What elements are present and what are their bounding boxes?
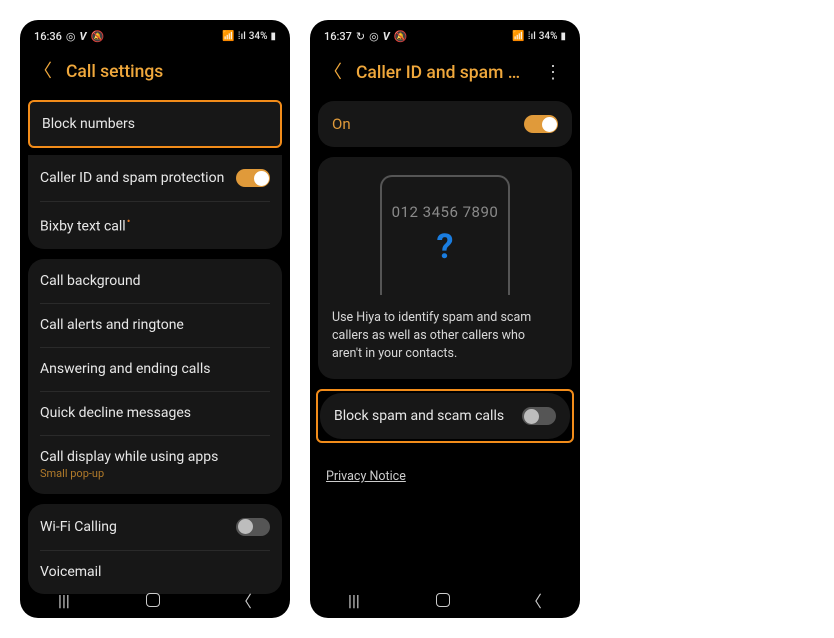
master-toggle-row[interactable]: On bbox=[318, 101, 572, 147]
home-icon[interactable] bbox=[436, 593, 450, 607]
page-title: Call settings bbox=[66, 62, 276, 82]
page-title: Caller ID and spam pro… bbox=[356, 63, 526, 83]
block-numbers-label: Block numbers bbox=[42, 116, 135, 132]
wifi-calling-row[interactable]: Wi-Fi Calling bbox=[28, 504, 282, 550]
bixby-row[interactable]: Bixby text call• bbox=[28, 201, 282, 249]
status-bar: 16:36 ◎ V 🔕 📶 ⁞ıl 34% ▮ bbox=[20, 20, 290, 48]
phone-preview-icon: 012 3456 7890 ? bbox=[380, 175, 510, 295]
battery-icon: ▮ bbox=[560, 31, 566, 42]
alerts-label: Call alerts and ringtone bbox=[40, 317, 184, 333]
on-label: On bbox=[332, 115, 351, 133]
block-spam-toggle[interactable] bbox=[522, 407, 556, 425]
phone-left: 16:36 ◎ V 🔕 📶 ⁞ıl 34% ▮ 〈 Call settings … bbox=[20, 20, 290, 618]
wifi-calling-toggle[interactable] bbox=[236, 518, 270, 536]
battery-text: 34% bbox=[249, 31, 268, 42]
display-apps-sublabel: Small pop-up bbox=[40, 467, 218, 480]
question-mark-icon: ? bbox=[437, 227, 454, 267]
phone-right: 16:37 ↻ ◎ V 🔕 📶 ⁞ıl 34% ▮ 〈 Caller ID an… bbox=[310, 20, 580, 618]
voicemail-label: Voicemail bbox=[40, 564, 101, 580]
block-spam-label: Block spam and scam calls bbox=[334, 408, 504, 424]
wifi-icon: 📶 bbox=[512, 31, 524, 42]
decline-label: Quick decline messages bbox=[40, 405, 191, 421]
caller-id-row[interactable]: Caller ID and spam protection bbox=[28, 155, 282, 201]
header: 〈 Call settings bbox=[20, 48, 290, 100]
dnd-icon: 🔕 bbox=[394, 30, 408, 43]
battery-icon: ▮ bbox=[270, 31, 276, 42]
caller-id-label: Caller ID and spam protection bbox=[40, 170, 224, 186]
alerts-row[interactable]: Call alerts and ringtone bbox=[28, 303, 282, 347]
settings-group-2: Call background Call alerts and ringtone… bbox=[28, 259, 282, 494]
home-icon[interactable] bbox=[146, 593, 160, 607]
block-numbers-row[interactable]: Block numbers bbox=[30, 102, 280, 146]
bixby-label: Bixby text call• bbox=[40, 215, 130, 235]
bixby-badge-icon: • bbox=[127, 215, 131, 228]
answer-label: Answering and ending calls bbox=[40, 361, 210, 377]
block-numbers-card: Block numbers bbox=[28, 100, 282, 148]
call-bg-label: Call background bbox=[40, 273, 141, 289]
recents-icon[interactable]: ||| bbox=[348, 591, 360, 610]
block-spam-row[interactable]: Block spam and scam calls bbox=[320, 393, 570, 439]
back-icon[interactable]: 〈 bbox=[34, 63, 52, 81]
settings-group-3: Wi-Fi Calling Voicemail bbox=[28, 504, 282, 594]
battery-text: 34% bbox=[539, 31, 558, 42]
back-icon[interactable]: 〈 bbox=[324, 64, 342, 82]
decline-row[interactable]: Quick decline messages bbox=[28, 391, 282, 435]
back-nav-icon[interactable]: 〈 bbox=[236, 588, 252, 612]
wifi-calling-label: Wi-Fi Calling bbox=[40, 519, 117, 535]
display-apps-row[interactable]: Call display while using apps Small pop-… bbox=[28, 435, 282, 494]
signal-icon: ⁞ıl bbox=[238, 31, 246, 42]
answer-row[interactable]: Answering and ending calls bbox=[28, 347, 282, 391]
caller-id-toggle[interactable] bbox=[236, 169, 270, 187]
status-bar: 16:37 ↻ ◎ V 🔕 📶 ⁞ıl 34% ▮ bbox=[310, 20, 580, 48]
preview-card: 012 3456 7890 ? Use Hiya to identify spa… bbox=[318, 157, 572, 379]
call-bg-row[interactable]: Call background bbox=[28, 259, 282, 303]
more-icon[interactable]: ⋮ bbox=[540, 62, 566, 83]
preview-description: Use Hiya to identify spam and scam calle… bbox=[332, 309, 558, 363]
block-spam-highlight: Block spam and scam calls bbox=[316, 389, 574, 443]
refresh-icon: ↻ bbox=[356, 30, 365, 43]
display-apps-label: Call display while using apps bbox=[40, 449, 218, 465]
back-nav-icon[interactable]: 〈 bbox=[526, 588, 542, 612]
v-icon: V bbox=[383, 30, 390, 43]
preview-number: 012 3456 7890 bbox=[392, 203, 499, 221]
wifi-icon: 📶 bbox=[222, 31, 234, 42]
dnd-icon: 🔕 bbox=[91, 30, 105, 43]
nav-bar: ||| 〈 bbox=[310, 582, 580, 618]
status-time: 16:36 bbox=[34, 30, 62, 43]
v-icon: V bbox=[80, 30, 87, 43]
signal-icon: ⁞ıl bbox=[528, 31, 536, 42]
settings-group-1: Caller ID and spam protection Bixby text… bbox=[28, 155, 282, 249]
whatsapp-icon: ◎ bbox=[66, 30, 76, 43]
status-time: 16:37 bbox=[324, 30, 352, 43]
recents-icon[interactable]: ||| bbox=[58, 591, 70, 610]
master-toggle[interactable] bbox=[524, 115, 558, 133]
nav-bar: ||| 〈 bbox=[20, 582, 290, 618]
whatsapp-icon: ◎ bbox=[369, 30, 379, 43]
privacy-notice-link[interactable]: Privacy Notice bbox=[326, 469, 406, 484]
header: 〈 Caller ID and spam pro… ⋮ bbox=[310, 48, 580, 101]
